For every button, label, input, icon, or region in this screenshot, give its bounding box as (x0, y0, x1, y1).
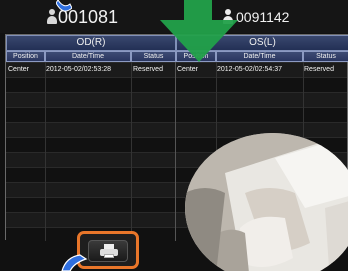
column-header-position: Position (6, 51, 45, 62)
table-row[interactable] (6, 107, 347, 122)
measurement-list-screen: 001081 0091142 OD(R) OS(L) Position Date… (0, 0, 348, 271)
column-divider (45, 62, 46, 241)
table-row[interactable] (6, 77, 347, 92)
os-patient-id: 0091142 (236, 9, 290, 25)
od-datetime-cell: 2012-05-02/02:53:28 (46, 66, 111, 73)
column-divider (175, 62, 176, 241)
pointer-tip-icon (56, 0, 72, 12)
arrow-down-icon (160, 0, 238, 62)
column-header-status: Status (303, 51, 348, 62)
column-header-datetime: Date/Time (45, 51, 131, 62)
os-status-cell: Reserved (304, 66, 334, 73)
pointer-hand-icon (61, 254, 88, 271)
od-position-cell: Center (8, 66, 30, 73)
table-row[interactable]: Center 2012-05-02/02:53:28 Reserved Cent… (6, 62, 347, 77)
od-status-cell: Reserved (133, 66, 163, 73)
od-header: OD(R) (6, 35, 176, 51)
os-datetime-cell: 2012-05-02/02:54:37 (217, 66, 282, 73)
table-row[interactable] (6, 92, 347, 107)
print-button-face (88, 240, 128, 262)
os-position-cell: Center (177, 66, 199, 73)
column-divider (131, 62, 132, 241)
printer-icon (100, 244, 118, 258)
